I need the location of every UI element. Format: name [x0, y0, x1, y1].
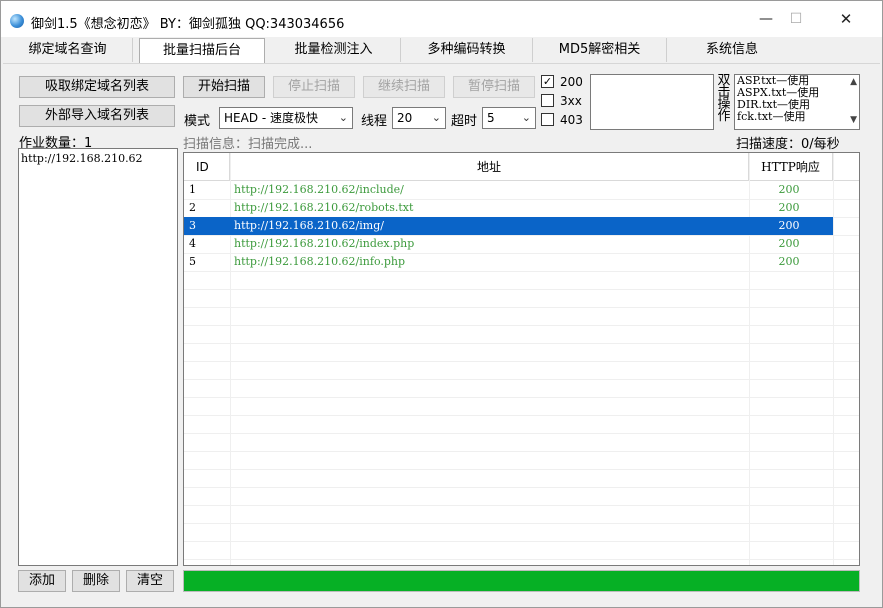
cell-url: http://192.168.210.62/info.php — [234, 255, 406, 268]
grid-line — [184, 379, 859, 380]
timeout-label: 超时 — [451, 114, 478, 129]
cell-id: 3 — [189, 219, 196, 232]
scan-info-status: 扫描信息：扫描完成... — [183, 137, 313, 152]
cell-url: http://192.168.210.62/index.php — [234, 237, 415, 250]
window-title: 御剑1.5《想念初恋》 BY：御剑孤独 QQ:343034656 — [31, 17, 345, 32]
timeout-select[interactable]: 5 ⌄ — [482, 107, 536, 129]
cell-id: 1 — [189, 183, 196, 196]
results-table[interactable]: ID 地址 HTTP响应 1 http://192.168.210.62/incl… — [183, 152, 860, 566]
scan-progress-bar — [183, 570, 860, 592]
app-globe-icon — [10, 14, 24, 28]
resume-scan-button[interactable]: 继续扫描 — [363, 76, 445, 98]
grid-line — [184, 361, 859, 362]
filter-3xx-checkbox[interactable] — [541, 94, 554, 107]
stop-scan-button[interactable]: 停止扫描 — [273, 76, 355, 98]
grid-line — [184, 433, 859, 434]
fetch-bound-domains-button[interactable]: 吸取绑定域名列表 — [19, 76, 175, 98]
filter-403-label: 403 — [560, 113, 583, 127]
threads-label: 线程 — [361, 114, 388, 129]
mode-select[interactable]: HEAD - 速度极快 ⌄ — [219, 107, 353, 129]
maximize-button[interactable]: ☐ — [776, 7, 816, 31]
cell-http-code: 200 — [778, 237, 800, 250]
tab-bar: 绑定域名查询 批量扫描后台 批量检测注入 多种编码转换 MD5解密相关 系统信息 — [3, 38, 880, 64]
tab-batch-scan-admin[interactable]: 批量扫描后台 — [139, 38, 265, 64]
filter-200-label: 200 — [560, 75, 583, 89]
dictionary-item[interactable]: fck.txt—使用 — [735, 111, 859, 123]
tab-system-info[interactable]: 系统信息 — [667, 38, 797, 62]
column-header-id[interactable]: ID — [184, 153, 230, 181]
cell-url: http://192.168.210.62/robots.txt — [234, 201, 414, 214]
batch-scan-panel: 吸取绑定域名列表 外部导入域名列表 作业数量：1 http://192.168.… — [3, 63, 880, 604]
hint-char: 作 — [717, 109, 731, 124]
grid-line — [184, 451, 859, 452]
grid-line — [184, 541, 859, 542]
filter-200-checkbox[interactable]: ✓ — [541, 75, 554, 88]
scan-speed-status: 扫描速度：0/每秒 — [736, 137, 840, 152]
cell-url: http://192.168.210.62/include/ — [234, 183, 404, 196]
table-row[interactable]: 1 http://192.168.210.62/include/200 — [184, 181, 833, 199]
chevron-down-icon: ⌄ — [521, 111, 531, 124]
table-row[interactable]: 4 http://192.168.210.62/index.php 200 — [184, 235, 833, 253]
tab-domain-lookup[interactable]: 绑定域名查询 — [3, 38, 133, 62]
tab-md5-decrypt[interactable]: MD5解密相关 — [533, 38, 667, 62]
clear-domains-button[interactable]: 清空 — [126, 570, 174, 592]
grid-line — [184, 487, 859, 488]
cell-http-code: 200 — [778, 183, 800, 196]
threads-select-value: 20 — [397, 111, 413, 125]
table-row[interactable]: 5 http://192.168.210.62/info.php 200 — [184, 253, 833, 271]
pause-scan-button[interactable]: 暂停扫描 — [453, 76, 535, 98]
grid-line — [184, 469, 859, 470]
grid-line — [184, 289, 859, 290]
dictionary-list[interactable]: ASP.txt—使用 ASPX.txt—使用 DIR.txt—使用 fck.tx… — [734, 74, 860, 130]
main-window: 御剑1.5《想念初恋》 BY：御剑孤独 QQ:343034656 — ☐ ✕ 绑… — [0, 0, 883, 608]
filter-3xx-label: 3xx — [560, 94, 582, 108]
mode-label: 模式 — [184, 114, 211, 129]
add-domain-button[interactable]: 添加 — [18, 570, 66, 592]
grid-line — [184, 325, 859, 326]
timeout-select-value: 5 — [487, 111, 495, 125]
filter-403-checkbox[interactable] — [541, 113, 554, 126]
cell-http-code: 200 — [778, 201, 800, 214]
column-header-http-code[interactable]: HTTP响应 — [749, 153, 833, 181]
results-header: ID 地址 HTTP响应 — [184, 153, 859, 181]
grid-line — [184, 559, 859, 560]
grid-line — [184, 307, 859, 308]
grid-line — [184, 343, 859, 344]
grid-line — [184, 271, 859, 272]
delete-domain-button[interactable]: 删除 — [72, 570, 120, 592]
cell-url: http://192.168.210.62/img/ — [234, 219, 384, 232]
title-bar[interactable]: 御剑1.5《想念初恋》 BY：御剑孤独 QQ:343034656 — ☐ ✕ — [1, 1, 882, 37]
start-scan-button[interactable]: 开始扫描 — [183, 76, 265, 98]
table-row[interactable]: 3 http://192.168.210.62/img/200 — [184, 217, 833, 235]
scroll-up-icon[interactable]: ▲ — [850, 77, 857, 87]
grid-line — [184, 397, 859, 398]
cell-http-code: 200 — [778, 255, 800, 268]
domain-list-item[interactable]: http://192.168.210.62 — [19, 149, 177, 168]
tab-encoding-convert[interactable]: 多种编码转换 — [401, 38, 533, 62]
table-row[interactable]: 2 http://192.168.210.62/robots.txt 200 — [184, 199, 833, 217]
scroll-down-icon[interactable]: ▼ — [850, 115, 857, 125]
grid-line — [184, 415, 859, 416]
custom-path-textbox[interactable] — [590, 74, 714, 130]
cell-id: 2 — [189, 201, 196, 214]
import-domain-list-button[interactable]: 外部导入域名列表 — [19, 105, 175, 127]
chevron-down-icon: ⌄ — [338, 111, 348, 124]
double-click-hint-label: 双 击 操 作 — [717, 74, 731, 124]
scan-progress-fill — [184, 571, 859, 591]
grid-line — [184, 505, 859, 506]
close-button[interactable]: ✕ — [826, 7, 866, 31]
chevron-down-icon: ⌄ — [431, 111, 441, 124]
cell-id: 5 — [189, 255, 196, 268]
column-divider — [833, 153, 834, 565]
domain-list[interactable]: http://192.168.210.62 — [18, 148, 178, 566]
mode-select-value: HEAD - 速度极快 — [224, 111, 319, 125]
column-header-url[interactable]: 地址 — [230, 153, 749, 181]
tab-batch-sql-injection[interactable]: 批量检测注入 — [267, 38, 401, 62]
threads-select[interactable]: 20 ⌄ — [392, 107, 446, 129]
cell-http-code: 200 — [778, 219, 800, 232]
grid-line — [184, 523, 859, 524]
cell-id: 4 — [189, 237, 196, 250]
